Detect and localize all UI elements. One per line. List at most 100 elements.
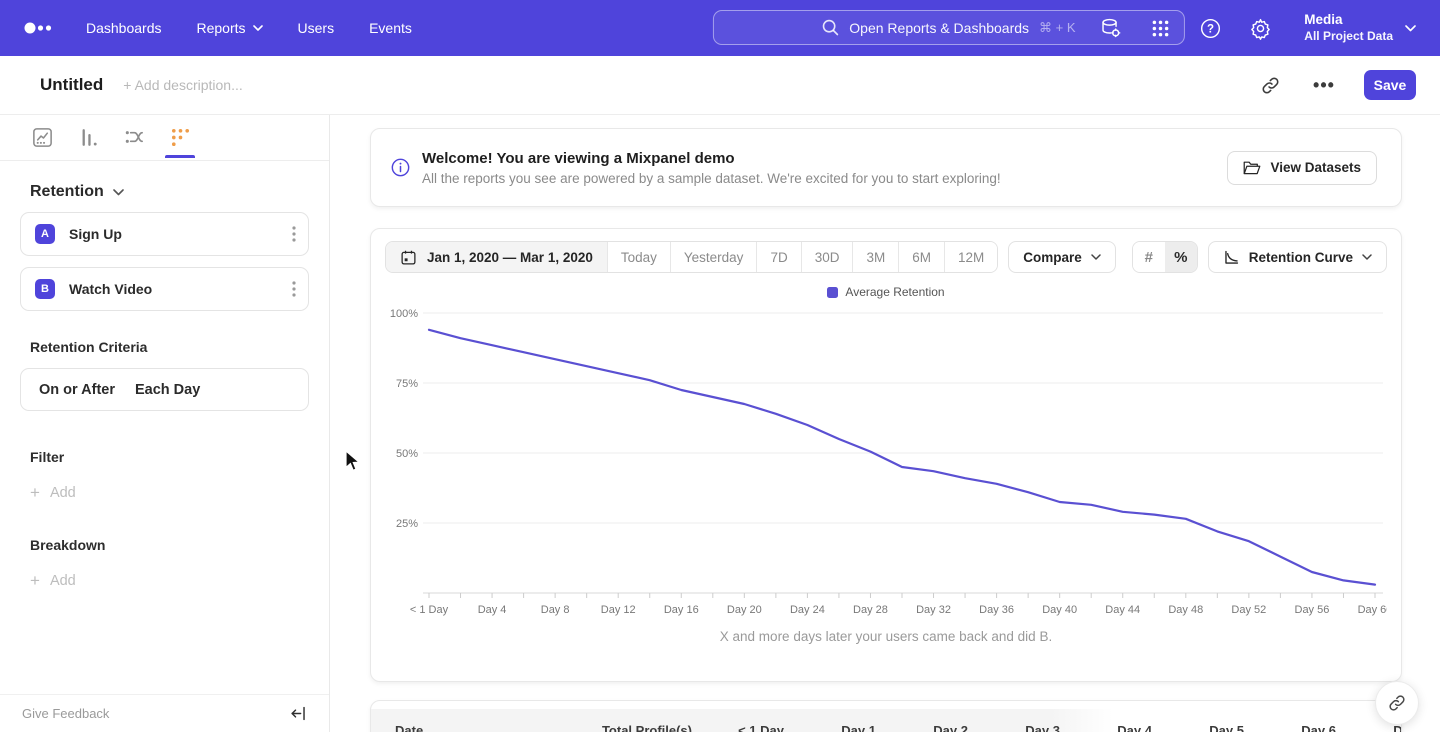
banner-subtitle: All the reports you see are powered by a… bbox=[422, 171, 1001, 186]
chevron-down-icon bbox=[1405, 25, 1416, 32]
retention-line-chart[interactable]: 100%75%50%25%< 1 DayDay 4Day 8Day 12Day … bbox=[385, 301, 1387, 625]
col-total-profiles[interactable]: Total Profile(s) bbox=[562, 723, 712, 732]
col-date[interactable]: Date bbox=[371, 723, 562, 732]
report-type-dropdown[interactable]: Retention bbox=[30, 183, 309, 201]
svg-text:75%: 75% bbox=[396, 378, 418, 390]
value-format-toggle: # % bbox=[1132, 241, 1198, 273]
nav-events[interactable]: Events bbox=[369, 20, 412, 36]
search-placeholder: Open Reports & Dashboards bbox=[849, 20, 1029, 36]
tab-flows[interactable] bbox=[122, 118, 146, 158]
nav-users[interactable]: Users bbox=[298, 20, 335, 36]
svg-text:< 1 Day: < 1 Day bbox=[410, 604, 449, 616]
svg-text:Day 24: Day 24 bbox=[790, 604, 825, 616]
svg-text:Day 52: Day 52 bbox=[1231, 604, 1266, 616]
report-title-bar: Untitled + Add description... ••• Save bbox=[0, 56, 1440, 115]
project-data-scope: All Project Data bbox=[1304, 29, 1393, 44]
insights-icon bbox=[31, 126, 54, 149]
svg-text:Day 32: Day 32 bbox=[916, 604, 951, 616]
date-range-picker[interactable]: Jan 1, 2020 — Mar 1, 2020 bbox=[386, 242, 607, 272]
chevron-down-icon bbox=[1362, 254, 1372, 260]
svg-text:?: ? bbox=[1207, 23, 1214, 35]
chart-legend[interactable]: Average Retention bbox=[385, 285, 1387, 299]
tab-funnels[interactable] bbox=[76, 118, 100, 158]
report-type-tabs bbox=[0, 115, 329, 161]
global-search-input[interactable]: Open Reports & Dashboards ⌘ + K bbox=[713, 10, 1185, 45]
add-description-field[interactable]: + Add description... bbox=[123, 77, 242, 93]
view-datasets-button[interactable]: View Datasets bbox=[1227, 151, 1377, 185]
step-options-kebab-icon[interactable] bbox=[292, 226, 296, 242]
col-day-3[interactable]: Day 3 bbox=[988, 723, 1080, 732]
search-shortcut: ⌘ + K bbox=[1039, 20, 1076, 36]
col-day-6[interactable]: Day 6 bbox=[1264, 723, 1356, 732]
svg-text:Day 40: Day 40 bbox=[1042, 604, 1077, 616]
col-lt-1-day[interactable]: < 1 Day bbox=[712, 723, 804, 732]
more-options-button[interactable]: ••• bbox=[1310, 71, 1338, 99]
preset-7d[interactable]: 7D bbox=[756, 242, 800, 272]
report-title[interactable]: Untitled bbox=[40, 75, 103, 95]
demo-welcome-banner: Welcome! You are viewing a Mixpanel demo… bbox=[370, 128, 1402, 207]
step-event-name: Watch Video bbox=[69, 281, 152, 297]
info-icon bbox=[391, 158, 410, 177]
svg-text:Day 4: Day 4 bbox=[478, 604, 507, 616]
plus-icon: + bbox=[30, 574, 40, 588]
banner-title: Welcome! You are viewing a Mixpanel demo bbox=[422, 150, 1001, 167]
chevron-down-icon bbox=[253, 25, 263, 31]
preset-today[interactable]: Today bbox=[607, 242, 670, 272]
svg-text:100%: 100% bbox=[390, 308, 418, 320]
retention-icon bbox=[169, 126, 192, 149]
plus-icon: + bbox=[30, 486, 40, 500]
col-day-4[interactable]: Day 4 bbox=[1080, 723, 1172, 732]
svg-text:Day 16: Day 16 bbox=[664, 604, 699, 616]
give-feedback-link[interactable]: Give Feedback bbox=[22, 706, 109, 721]
retention-curve-icon bbox=[1223, 249, 1240, 266]
svg-text:50%: 50% bbox=[396, 448, 418, 460]
col-day-1[interactable]: Day 1 bbox=[804, 723, 896, 732]
preset-yesterday[interactable]: Yesterday bbox=[670, 242, 757, 272]
add-filter-button[interactable]: + Add bbox=[30, 485, 309, 501]
svg-text:Day 48: Day 48 bbox=[1168, 604, 1203, 616]
app-root: Dashboards Reports Users Events Open Rep… bbox=[0, 0, 1440, 732]
svg-text:Day 8: Day 8 bbox=[541, 604, 570, 616]
retention-table-header: Date Total Profile(s) < 1 Day Day 1 Day … bbox=[371, 709, 1401, 732]
col-day-5[interactable]: Day 5 bbox=[1172, 723, 1264, 732]
step-card-b[interactable]: B Watch Video bbox=[20, 267, 309, 311]
svg-text:Day 20: Day 20 bbox=[727, 604, 762, 616]
col-day-2[interactable]: Day 2 bbox=[896, 723, 988, 732]
tab-insights[interactable] bbox=[30, 118, 54, 158]
preset-3m[interactable]: 3M bbox=[852, 242, 898, 272]
mixpanel-logo-icon[interactable] bbox=[24, 22, 52, 34]
retention-chart-card: Jan 1, 2020 — Mar 1, 2020 Today Yesterda… bbox=[370, 228, 1402, 682]
step-options-kebab-icon[interactable] bbox=[292, 281, 296, 297]
breakdown-title: Breakdown bbox=[30, 537, 309, 553]
help-icon[interactable]: ? bbox=[1198, 16, 1222, 40]
preset-30d[interactable]: 30D bbox=[801, 242, 853, 272]
criteria-type-dropdown[interactable]: On or After bbox=[39, 382, 115, 398]
retention-table-card: Date Total Profile(s) < 1 Day Day 1 Day … bbox=[370, 700, 1402, 732]
criteria-interval-dropdown[interactable]: Each Day bbox=[135, 382, 200, 398]
tab-retention[interactable] bbox=[168, 118, 192, 158]
preset-12m[interactable]: 12M bbox=[944, 242, 997, 272]
svg-text:Day 44: Day 44 bbox=[1105, 604, 1140, 616]
compare-dropdown[interactable]: Compare bbox=[1008, 241, 1116, 273]
chart-caption: X and more days later your users came ba… bbox=[385, 629, 1387, 644]
step-card-a[interactable]: A Sign Up bbox=[20, 212, 309, 256]
filter-title: Filter bbox=[30, 449, 309, 465]
project-switcher[interactable]: Media All Project Data bbox=[1304, 12, 1416, 44]
collapse-sidebar-icon[interactable] bbox=[290, 705, 307, 722]
percent-toggle[interactable]: % bbox=[1165, 242, 1197, 272]
svg-text:Day 60: Day 60 bbox=[1358, 604, 1387, 616]
step-event-name: Sign Up bbox=[69, 226, 122, 242]
save-button[interactable]: Save bbox=[1364, 70, 1416, 100]
settings-gear-icon[interactable] bbox=[1248, 16, 1272, 40]
absolute-counts-toggle[interactable]: # bbox=[1133, 242, 1165, 272]
nav-reports[interactable]: Reports bbox=[197, 20, 263, 36]
query-builder-sidebar: Retention A Sign Up B Watch Video bbox=[0, 115, 330, 732]
chart-type-dropdown[interactable]: Retention Curve bbox=[1208, 241, 1387, 273]
preset-6m[interactable]: 6M bbox=[898, 242, 944, 272]
svg-text:Day 56: Day 56 bbox=[1295, 604, 1330, 616]
link-icon bbox=[1388, 694, 1406, 712]
share-link-floating-button[interactable] bbox=[1375, 681, 1419, 725]
copy-link-icon[interactable] bbox=[1256, 71, 1284, 99]
nav-dashboards[interactable]: Dashboards bbox=[86, 20, 162, 36]
add-breakdown-button[interactable]: + Add bbox=[30, 573, 309, 589]
